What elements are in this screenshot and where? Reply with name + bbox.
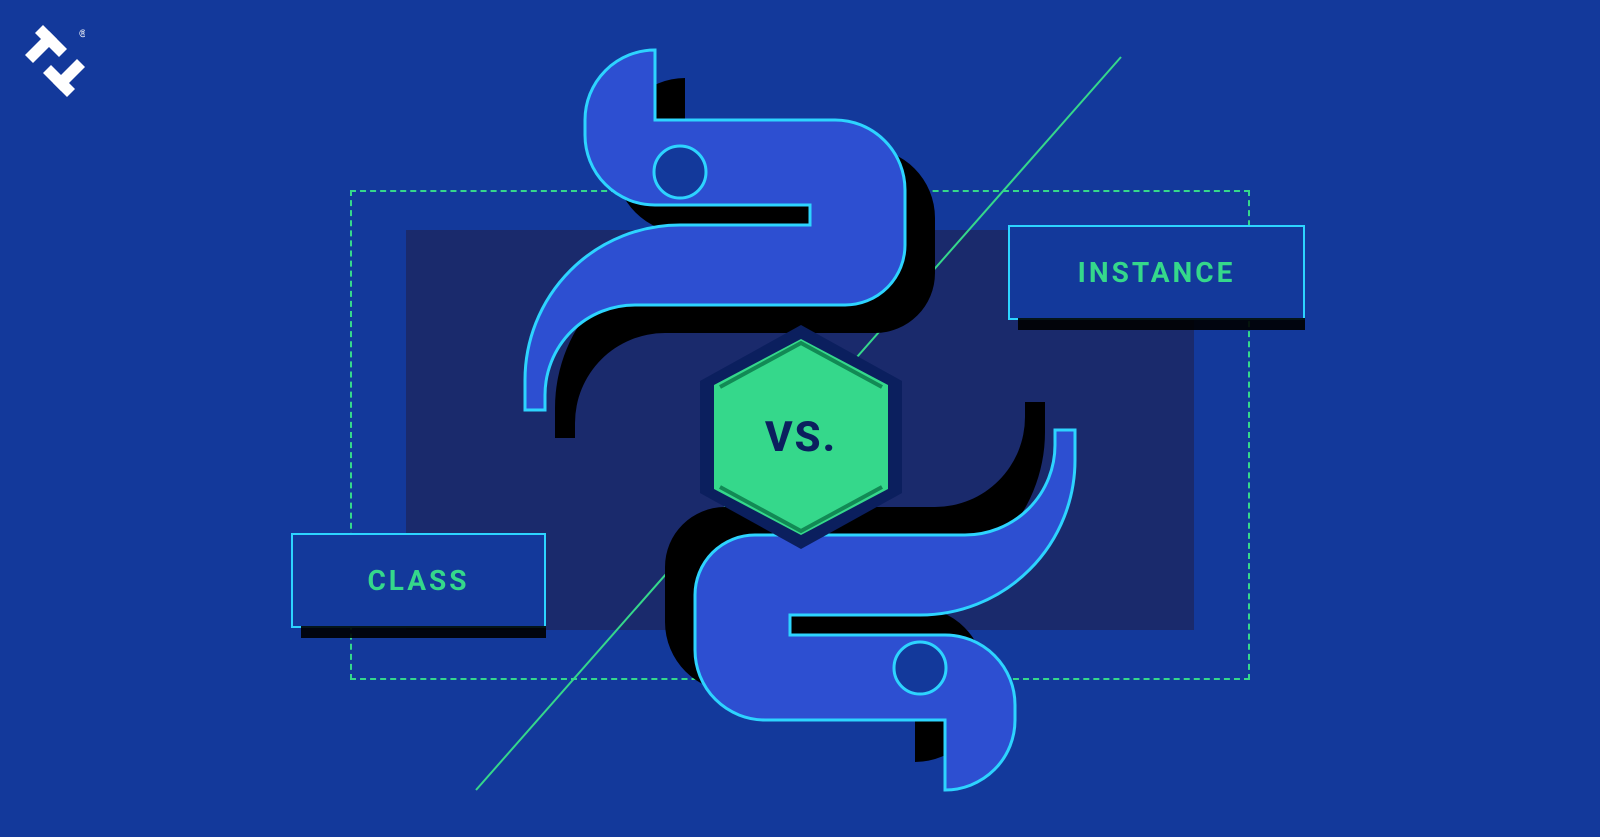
class-label-text: CLASS bbox=[367, 564, 469, 597]
instance-label-card: INSTANCE bbox=[1008, 225, 1305, 320]
instance-label-text: INSTANCE bbox=[1078, 256, 1236, 289]
toptal-logo-icon: ® bbox=[25, 25, 85, 97]
class-label-card: CLASS bbox=[291, 533, 546, 628]
vs-badge-text: VS. bbox=[700, 325, 902, 549]
vs-badge: VS. bbox=[700, 325, 902, 549]
svg-text:®: ® bbox=[79, 28, 85, 40]
